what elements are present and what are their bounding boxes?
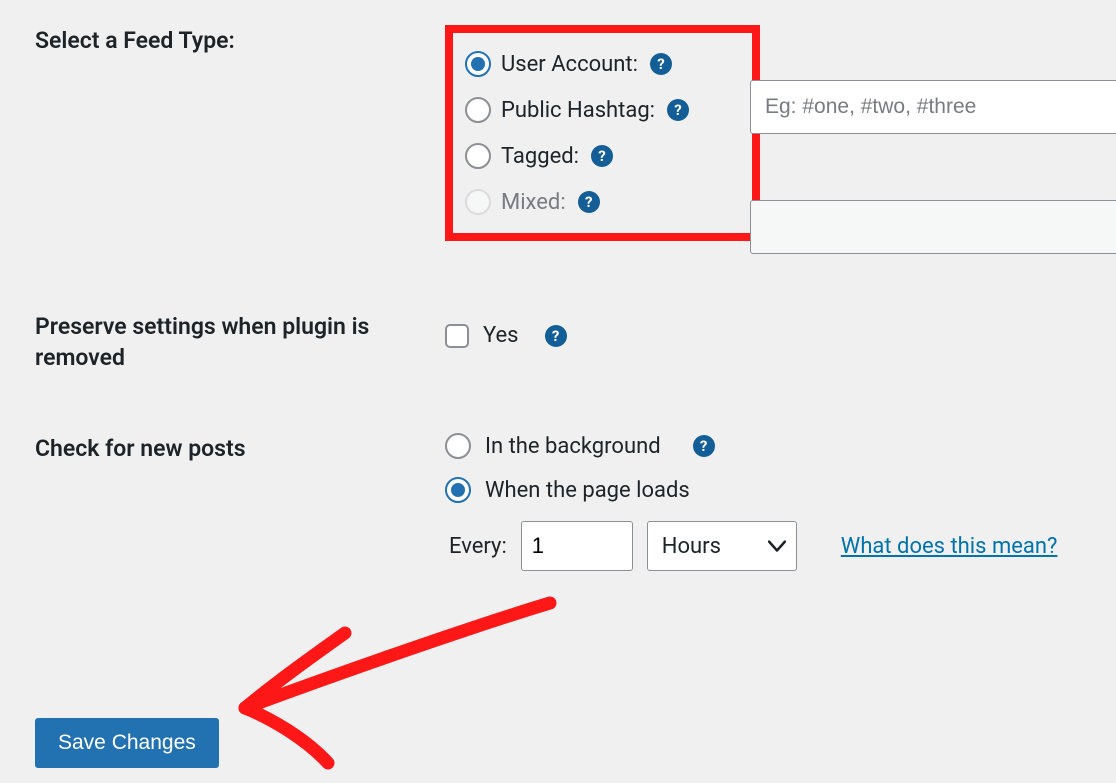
check-posts-pageload-option[interactable]: When the page loads <box>445 477 1081 503</box>
interval-input[interactable] <box>521 521 633 571</box>
radio-public-hashtag[interactable] <box>465 97 491 123</box>
preserve-settings-label: Preserve settings when plugin is removed <box>35 311 445 373</box>
radio-pageload[interactable] <box>445 477 471 503</box>
radio-tagged-label: Tagged: <box>501 144 579 169</box>
preserve-settings-row: Preserve settings when plugin is removed… <box>35 311 1081 373</box>
radio-user-account-label: User Account: <box>501 52 638 77</box>
frequency-row: Every: Hours What does this mean? <box>445 521 1081 571</box>
radio-user-account[interactable] <box>465 51 491 77</box>
radio-public-hashtag-label: Public Hashtag: <box>501 98 655 123</box>
radio-mixed <box>465 189 491 215</box>
radio-pageload-label: When the page loads <box>485 478 690 503</box>
feed-type-highlight-box: User Account: ? Public Hashtag: ? Tagged… <box>445 25 760 241</box>
feed-type-items: User Account: ? Public Hashtag: ? Tagged… <box>465 51 742 215</box>
preserve-yes-label: Yes <box>483 323 519 348</box>
feed-type-mixed-option: Mixed: ? <box>465 189 742 215</box>
frequency-label: Every: <box>445 534 507 559</box>
check-posts-label: Check for new posts <box>35 433 445 464</box>
interval-unit-value: Hours <box>662 534 721 559</box>
what-does-this-mean-link[interactable]: What does this mean? <box>841 534 1058 559</box>
hashtag-input[interactable] <box>750 80 1116 134</box>
radio-mixed-label: Mixed: <box>501 190 566 215</box>
radio-background-label: In the background <box>485 434 661 459</box>
check-posts-controls: In the background ? When the page loads … <box>445 433 1081 571</box>
check-posts-background-option[interactable]: In the background ? <box>445 433 1081 459</box>
help-icon[interactable]: ? <box>591 145 613 167</box>
help-icon[interactable]: ? <box>693 435 715 457</box>
check-posts-row: Check for new posts In the background ? … <box>35 433 1081 571</box>
feed-type-label: Select a Feed Type: <box>35 25 445 56</box>
red-arrow-annotation <box>230 578 560 782</box>
help-icon[interactable]: ? <box>667 99 689 121</box>
preserve-settings-controls: Yes ? <box>445 311 1081 348</box>
help-icon[interactable]: ? <box>545 325 567 347</box>
preserve-checkbox[interactable] <box>445 324 469 348</box>
feed-type-hashtag-option[interactable]: Public Hashtag: ? <box>465 97 742 123</box>
help-icon[interactable]: ? <box>578 191 600 213</box>
feed-type-user-option[interactable]: User Account: ? <box>465 51 742 77</box>
chevron-down-icon <box>768 534 786 559</box>
save-changes-button[interactable]: Save Changes <box>35 718 219 768</box>
radio-background[interactable] <box>445 433 471 459</box>
interval-unit-select[interactable]: Hours <box>647 521 797 571</box>
radio-tagged[interactable] <box>465 143 491 169</box>
help-icon[interactable]: ? <box>650 53 672 75</box>
mixed-input <box>750 200 1116 254</box>
feed-type-tagged-option[interactable]: Tagged: ? <box>465 143 742 169</box>
